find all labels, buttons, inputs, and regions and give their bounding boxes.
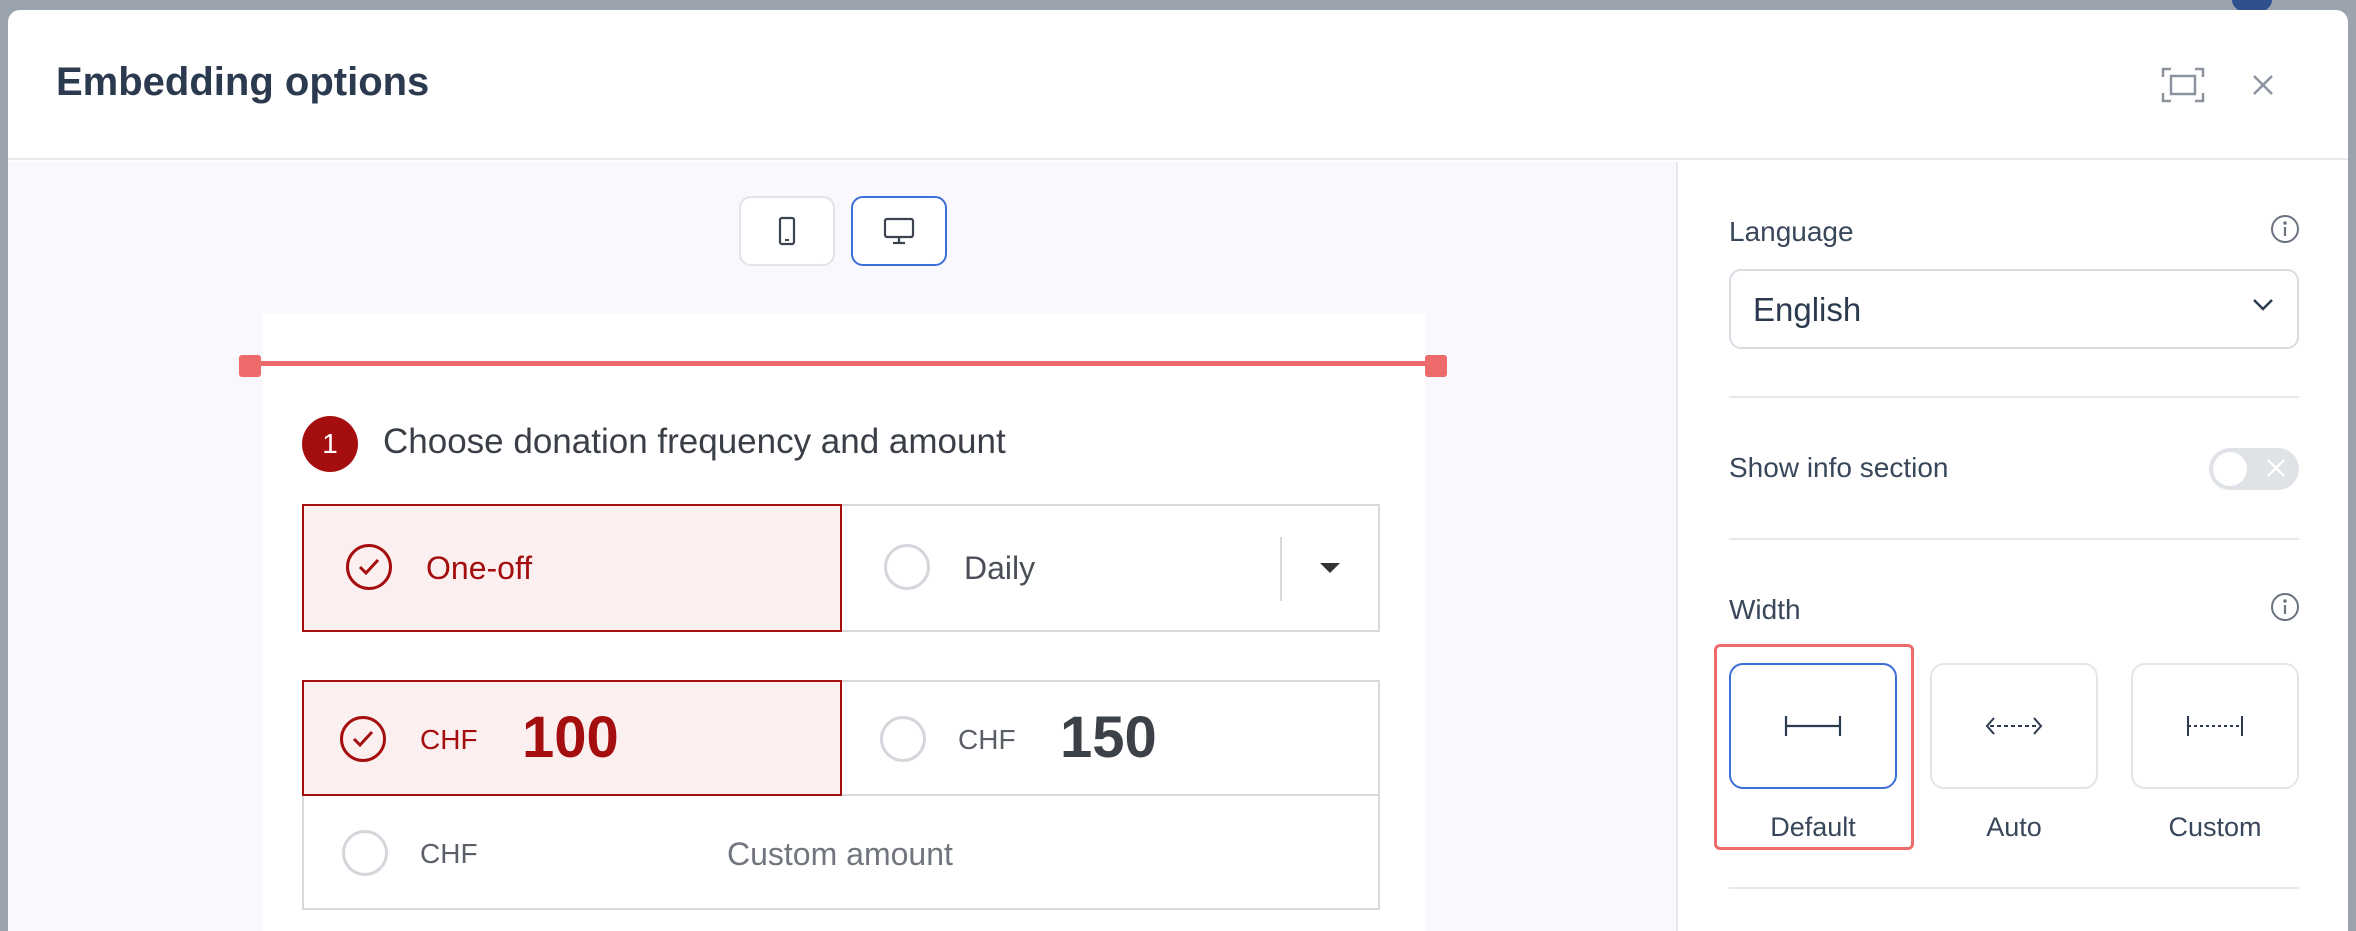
language-select[interactable]: English xyxy=(1729,269,2299,349)
frequency-option-one-off[interactable]: One-off xyxy=(302,504,842,632)
step-title: Choose donation frequency and amount xyxy=(383,422,1006,461)
width-option-label: Custom xyxy=(2168,812,2262,842)
language-label: Language xyxy=(1729,216,1854,247)
width-handle-left[interactable] xyxy=(239,355,261,377)
dropdown-divider xyxy=(1280,537,1282,601)
radio-unchecked-icon xyxy=(884,544,930,590)
width-option-label: Auto xyxy=(1986,812,2042,842)
close-icon xyxy=(2253,75,2273,95)
toggle-knob xyxy=(2213,452,2247,486)
show-info-section-label: Show info section xyxy=(1729,452,1949,483)
desktop-icon xyxy=(883,217,915,245)
amount-option-150[interactable]: CHF 150 xyxy=(840,680,1380,796)
width-label: Width xyxy=(1729,594,1801,625)
custom-amount-currency: CHF xyxy=(420,838,478,869)
amount-value: 150 xyxy=(1060,705,1157,770)
width-indicator-line xyxy=(250,361,1444,366)
modal-header: Embedding options xyxy=(8,10,2348,160)
width-custom-icon xyxy=(2187,716,2243,736)
mobile-view-button[interactable] xyxy=(739,196,835,266)
close-button[interactable] xyxy=(2238,60,2288,110)
frequency-label: Daily xyxy=(964,550,1036,586)
width-option-custom[interactable] xyxy=(2131,663,2299,789)
amount-currency: CHF xyxy=(958,724,1016,755)
section-divider xyxy=(1729,396,2299,398)
toggle-off-x-icon xyxy=(2267,459,2285,477)
mobile-icon xyxy=(778,216,796,246)
amount-value: 100 xyxy=(522,705,619,770)
chevron-down-icon xyxy=(2253,299,2273,311)
step-number-badge: 1 xyxy=(302,416,358,472)
amount-currency: CHF xyxy=(420,724,478,755)
radio-unchecked-icon xyxy=(342,830,388,876)
frequency-option-daily[interactable]: Daily xyxy=(840,504,1380,632)
show-info-section-toggle[interactable] xyxy=(2209,448,2299,490)
fullscreen-button[interactable] xyxy=(2158,60,2208,110)
modal-title: Embedding options xyxy=(56,60,430,104)
radio-unchecked-icon xyxy=(880,716,926,762)
fullscreen-icon xyxy=(2161,67,2205,103)
frequency-label: One-off xyxy=(426,550,533,586)
width-handle-right[interactable] xyxy=(1425,355,1447,377)
width-auto-icon xyxy=(1985,717,2043,735)
custom-amount-input[interactable]: Custom amount xyxy=(727,836,953,873)
language-value: English xyxy=(1753,291,1862,328)
info-icon[interactable] xyxy=(2270,592,2300,622)
width-option-auto[interactable] xyxy=(1930,663,2098,789)
frequency-dropdown-caret-icon[interactable] xyxy=(1320,563,1340,573)
info-icon[interactable] xyxy=(2270,214,2300,244)
selection-highlight xyxy=(1714,644,1914,850)
radio-checked-icon xyxy=(340,716,386,762)
section-divider xyxy=(1729,538,2299,540)
radio-checked-icon xyxy=(346,544,392,590)
section-divider xyxy=(1729,887,2299,889)
desktop-view-button[interactable] xyxy=(851,196,947,266)
amount-option-100[interactable]: CHF 100 xyxy=(302,680,842,796)
